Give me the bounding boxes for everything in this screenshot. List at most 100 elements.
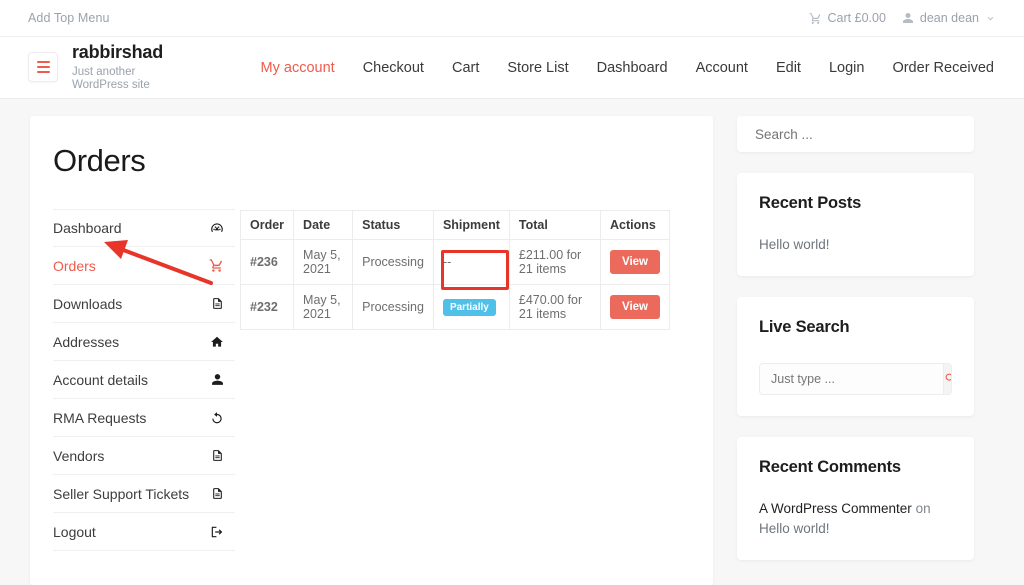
orders-table-wrap: Order Date Status Shipment Total Actions…: [235, 209, 671, 551]
recent-comment-item: A WordPress Commenter on Hello world!: [759, 499, 952, 540]
recent-comments-widget: Recent Comments A WordPress Commenter on…: [737, 436, 974, 561]
nav-item-my-account[interactable]: My account: [261, 60, 335, 76]
sidebar-item-downloads[interactable]: Downloads: [53, 285, 235, 323]
widget-title: Recent Comments: [759, 457, 901, 476]
user-icon: [211, 373, 224, 386]
chevron-down-icon[interactable]: [985, 13, 996, 24]
cart-label: Cart £0.00: [827, 11, 886, 25]
user-account-menu[interactable]: dean dean: [902, 11, 996, 25]
nav-item-cart[interactable]: Cart: [452, 60, 479, 76]
view-order-button[interactable]: View: [609, 294, 660, 320]
nav-item-login[interactable]: Login: [829, 60, 864, 76]
nav-item-account[interactable]: Account: [696, 60, 748, 76]
nav-item-store-list[interactable]: Store List: [507, 60, 568, 76]
sidebar-item-orders[interactable]: Orders: [53, 247, 235, 285]
cell-status: Processing: [352, 239, 434, 285]
widget-title: Recent Posts: [759, 194, 862, 212]
page-content: Orders Dashboard Orders Downloads Addres…: [0, 99, 1024, 585]
account-body: Dashboard Orders Downloads Addresses Acc…: [30, 179, 713, 551]
cell-date: May 5, 2021: [293, 284, 354, 330]
undo-arrow-icon: [210, 411, 224, 425]
brand: rabbirshad Just another WordPress site: [28, 42, 190, 92]
site-title[interactable]: rabbirshad: [72, 42, 190, 63]
nav-item-checkout[interactable]: Checkout: [363, 60, 424, 76]
search-widget: [737, 116, 974, 152]
live-search-submit-button[interactable]: [943, 363, 951, 394]
sidebar-item-label: Dashboard: [53, 220, 122, 236]
live-search-box: [759, 362, 952, 395]
document-icon: [211, 297, 224, 310]
account-sidebar: Dashboard Orders Downloads Addresses Acc…: [30, 209, 235, 551]
cell-actions: View: [599, 239, 671, 285]
column-header-status: Status: [352, 210, 434, 240]
shopping-cart-icon: [209, 258, 224, 273]
orders-table: Order Date Status Shipment Total Actions…: [239, 210, 671, 330]
table-header-row: Order Date Status Shipment Total Actions: [239, 210, 671, 240]
top-bar-right: Cart £0.00 dean dean: [809, 11, 996, 25]
comment-author[interactable]: A WordPress Commenter: [759, 501, 912, 516]
site-header: rabbirshad Just another WordPress site M…: [0, 37, 1024, 99]
cell-actions: View: [599, 284, 671, 330]
sidebar-item-label: RMA Requests: [53, 409, 147, 426]
document-icon: [211, 487, 224, 500]
cell-order: #236: [239, 239, 295, 285]
home-icon: [210, 335, 224, 349]
main-navigation: My account Checkout Cart Store List Dash…: [261, 60, 994, 76]
sidebar-item-label: Orders: [53, 257, 96, 274]
sidebar-item-logout[interactable]: Logout: [53, 513, 235, 551]
table-row: #232 May 5, 2021 Processing Partially £4…: [239, 284, 671, 330]
top-bar: Add Top Menu Cart £0.00 dean dean: [0, 0, 1024, 37]
sidebar-item-label: Logout: [53, 523, 96, 540]
site-tagline: Just another WordPress site: [72, 65, 150, 92]
sidebar-item-dashboard[interactable]: Dashboard: [53, 209, 235, 247]
column-header-total: Total: [508, 210, 601, 240]
recent-post-link[interactable]: Hello world!: [759, 235, 952, 255]
sidebar-item-seller-support-tickets[interactable]: Seller Support Tickets: [53, 475, 235, 513]
hamburger-icon[interactable]: [28, 52, 58, 83]
cell-order: #232: [239, 284, 295, 330]
account-card: Orders Dashboard Orders Downloads Addres…: [30, 116, 713, 585]
nav-item-dashboard[interactable]: Dashboard: [597, 60, 668, 76]
nav-item-edit[interactable]: Edit: [776, 60, 801, 76]
sidebar-item-vendors[interactable]: Vendors: [53, 437, 235, 475]
page-title: Orders: [53, 143, 146, 178]
gauge-icon: [210, 221, 224, 235]
cart-link[interactable]: Cart £0.00: [809, 11, 886, 25]
view-order-button[interactable]: View: [609, 249, 660, 275]
column-header-shipment: Shipment: [432, 210, 510, 240]
shopping-cart-icon: [809, 12, 822, 25]
cell-total: £470.00 for 21 items: [508, 284, 601, 330]
user-icon: [902, 12, 914, 24]
sign-out-icon: [210, 525, 224, 539]
recent-posts-widget: Recent Posts Hello world!: [737, 173, 974, 276]
column-header-order: Order: [239, 210, 295, 240]
sidebar-item-label: Account details: [53, 371, 148, 388]
search-icon: [944, 372, 951, 385]
cell-shipment: --: [432, 239, 510, 285]
column-header-date: Date: [293, 210, 354, 240]
table-row: #236 May 5, 2021 Processing -- £211.00 f…: [239, 239, 671, 285]
cell-total: £211.00 for 21 items: [508, 239, 601, 285]
add-top-menu-link[interactable]: Add Top Menu: [28, 11, 110, 25]
sidebar-item-label: Seller Support Tickets: [53, 485, 190, 502]
live-search-widget: Live Search: [737, 296, 974, 416]
sidebar-item-addresses[interactable]: Addresses: [53, 323, 235, 361]
sidebar-item-account-details[interactable]: Account details: [53, 361, 235, 399]
comment-on-label: on: [911, 500, 931, 516]
cell-status: Processing: [352, 284, 434, 330]
nav-item-order-received[interactable]: Order Received: [892, 60, 994, 76]
sidebar-item-label: Vendors: [53, 447, 105, 464]
cell-date: May 5, 2021: [293, 239, 354, 285]
sidebar-item-label: Addresses: [53, 333, 120, 350]
search-input[interactable]: [737, 126, 974, 142]
widget-title: Live Search: [759, 317, 850, 336]
column-header-actions: Actions: [599, 210, 671, 240]
status-badge: Partially: [442, 298, 496, 316]
document-icon: [211, 449, 224, 462]
brand-text: rabbirshad Just another WordPress site: [72, 42, 190, 92]
user-name-label: dean dean: [919, 11, 979, 25]
comment-post-link[interactable]: Hello world!: [759, 521, 830, 536]
sidebar-item-rma-requests[interactable]: RMA Requests: [53, 399, 235, 437]
live-search-input[interactable]: [760, 363, 943, 394]
sidebar-item-label: Downloads: [53, 295, 123, 312]
